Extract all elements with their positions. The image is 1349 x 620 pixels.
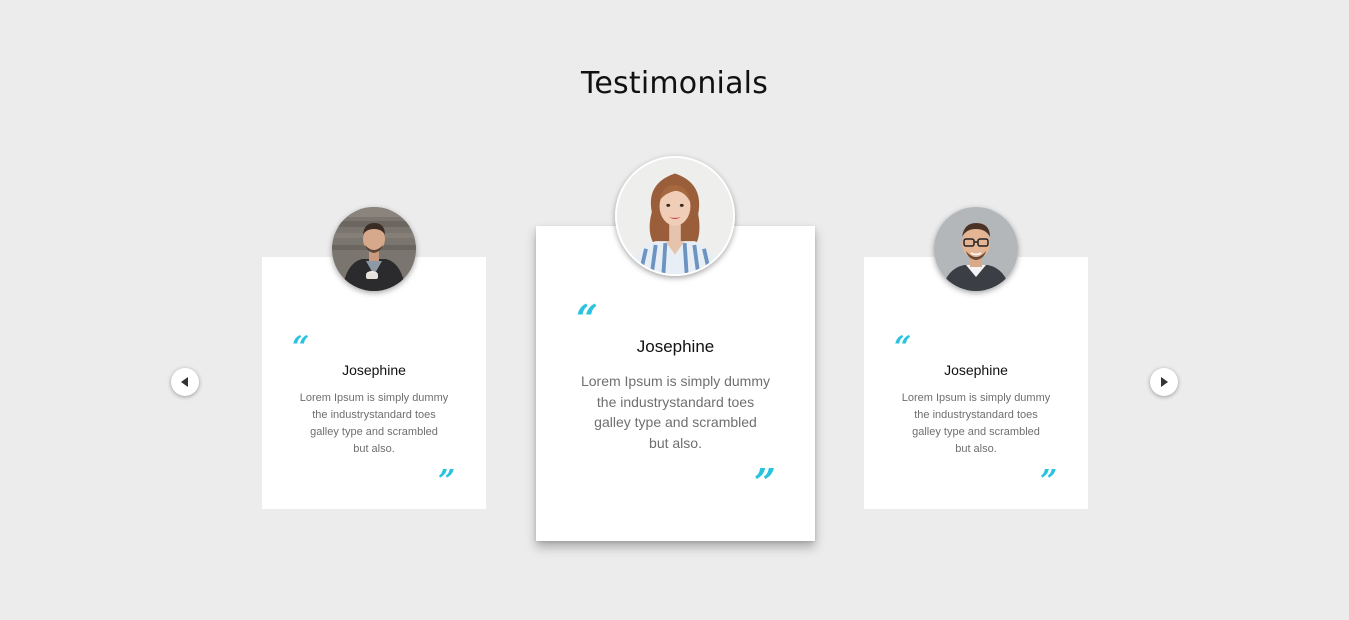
- woman-in-striped-shirt-avatar: [615, 156, 735, 276]
- man-with-glasses-avatar: [934, 207, 1018, 291]
- testimonial-name: Josephine: [342, 362, 406, 378]
- open-quote-icon: “: [894, 330, 912, 365]
- section-title: Testimonials: [580, 66, 769, 101]
- testimonial-text: Lorem Ipsum is simply dummy the industry…: [901, 392, 1051, 455]
- testimonials-section: Testimonials “ Josephine Lorem Ipsum is …: [0, 0, 1349, 620]
- open-quote-icon: “: [576, 296, 598, 341]
- next-button[interactable]: [1150, 368, 1178, 396]
- testimonial-card: “ Josephine Lorem Ipsum is simply dummy …: [262, 257, 486, 509]
- testimonial-card: “ Josephine Lorem Ipsum is simply dummy …: [864, 257, 1088, 509]
- testimonial-text: Lorem Ipsum is simply dummy the industry…: [580, 373, 771, 451]
- chevron-right-icon: [1161, 377, 1168, 387]
- open-quote-icon: “: [292, 330, 310, 365]
- testimonial-name: Josephine: [944, 362, 1008, 378]
- man-with-coffee-avatar: [332, 207, 416, 291]
- close-quote-icon: ”: [754, 460, 776, 505]
- testimonial-name: Josephine: [636, 337, 715, 356]
- chevron-left-icon: [181, 377, 188, 387]
- close-quote-icon: ”: [1040, 464, 1058, 499]
- close-quote-icon: ”: [438, 464, 456, 499]
- previous-button[interactable]: [171, 368, 199, 396]
- testimonial-text: Lorem Ipsum is simply dummy the industry…: [299, 392, 449, 455]
